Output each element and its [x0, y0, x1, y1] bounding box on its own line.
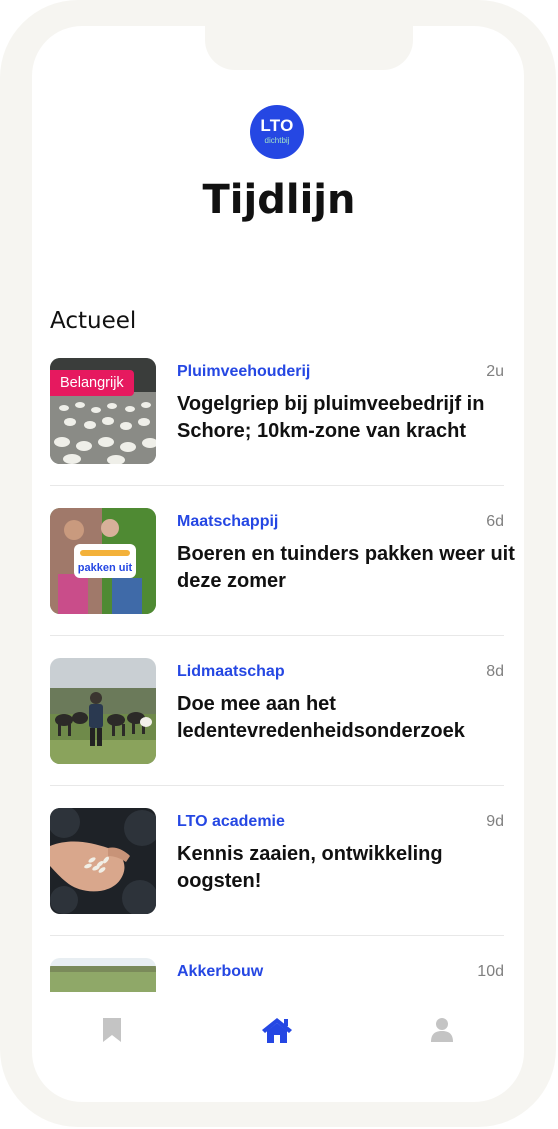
feed-category: LTO academie — [177, 813, 285, 830]
feed-time: 9d — [486, 813, 504, 830]
farmer-with-cows-image — [50, 658, 156, 764]
lto-logo: LTO dichtbij — [250, 105, 304, 159]
bottom-tab-bar — [0, 1008, 558, 1052]
tab-bookmarks[interactable] — [90, 1008, 134, 1052]
user-icon — [431, 1018, 453, 1042]
hand-with-seeds-image — [50, 808, 156, 914]
tab-home[interactable] — [255, 1008, 299, 1052]
camera-notch — [205, 26, 413, 70]
feed-divider — [50, 635, 504, 636]
feed-category: Pluimveehouderij — [177, 363, 311, 380]
logo-subtext: dichtbij — [264, 136, 290, 145]
feed-headline: Kennis zaaien, ontwikkeling oogsten! — [177, 843, 443, 892]
page-title: Tijdlijn — [202, 177, 356, 223]
feed-divider — [50, 485, 504, 486]
feed-thumbnail — [50, 808, 156, 914]
feed-time: 6d — [486, 513, 504, 530]
feed-divider — [50, 935, 504, 936]
feed-thumbnail — [50, 658, 156, 764]
event-poster-image: pakken uit — [50, 508, 156, 614]
feed-headline: Doe mee aan het ledentevredenheidsonderz… — [177, 693, 465, 742]
feed-category: Maatschappij — [177, 513, 279, 530]
tab-profile[interactable] — [420, 1008, 464, 1052]
section-title: Actueel — [50, 308, 137, 334]
feed-headline: Boeren en tuinders pakken weer uit deze … — [177, 543, 515, 592]
feed-thumbnail — [50, 958, 156, 992]
feed-thumbnail: Belangrijk — [50, 358, 156, 464]
home-icon — [262, 1018, 292, 1043]
logo-text: LTO — [260, 116, 294, 135]
important-badge: Belangrijk — [50, 370, 134, 396]
feed-time: 8d — [486, 663, 504, 680]
feed-headline: Vogelgriep bij pluimveebedrijf in Schore… — [177, 393, 485, 442]
bookmark-icon — [103, 1018, 121, 1042]
news-feed[interactable]: Belangrijk Pluimveehouderij 2u Vogelgrie… — [0, 358, 558, 992]
feed-time: 10d — [477, 963, 504, 980]
poster-text: pakken uit — [78, 562, 133, 574]
field-landscape-image — [50, 958, 156, 992]
feed-category: Lidmaatschap — [177, 663, 285, 680]
feed-time: 2u — [486, 363, 504, 380]
feed-thumbnail: pakken uit — [50, 508, 156, 614]
feed-category: Akkerbouw — [177, 963, 264, 980]
feed-item[interactable]: Akkerbouw 10d — [50, 958, 504, 992]
feed-divider — [50, 785, 504, 786]
